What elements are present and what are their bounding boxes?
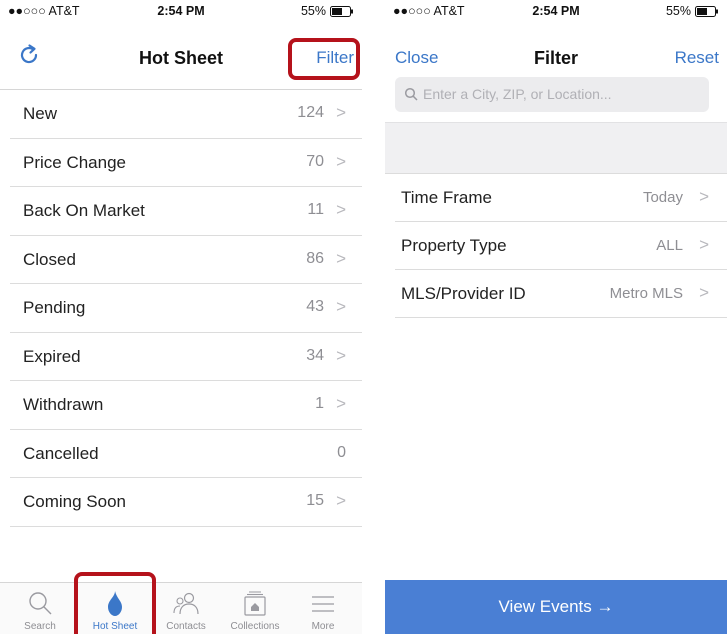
battery-indicator: 55%: [666, 4, 719, 18]
search-icon: [29, 592, 52, 615]
list-item-label: Expired: [23, 346, 81, 366]
list-item[interactable]: Price Change 70 >: [10, 139, 362, 187]
search-icon: [404, 87, 418, 101]
filter-label: Time Frame: [401, 188, 492, 207]
search-area: Enter a City, ZIP, or Location...: [385, 68, 727, 122]
list-item-count: 70: [306, 152, 324, 170]
status-bar: ●●○○○ AT&T 2:54 PM 55%: [0, 0, 362, 22]
tab-label: Collections: [230, 621, 280, 632]
chevron-right-icon: >: [699, 187, 709, 206]
list-item: Cancelled 0: [10, 430, 362, 478]
tab-label: Search: [24, 621, 56, 632]
chevron-right-icon: >: [699, 283, 709, 302]
hot-sheet-list: New 124 > Price Change 70 > Back On Mark…: [0, 90, 362, 527]
list-item-label: Back On Market: [23, 201, 145, 220]
tab-bar: Search Hot Sheet Contacts Collections Mo…: [0, 572, 362, 634]
chevron-right-icon: >: [336, 248, 346, 268]
collections-icon: [244, 591, 266, 616]
filter-row-time-frame[interactable]: Time Frame Today >: [395, 174, 727, 222]
tab-label: Contacts: [166, 621, 206, 632]
list-item-label: Coming Soon: [23, 492, 127, 511]
view-events-button[interactable]: View Events →: [385, 580, 727, 634]
hot-sheet-highlight-box: [74, 572, 156, 634]
status-bar: ●●○○○ AT&T 2:54 PM 55%: [385, 0, 727, 22]
chevron-right-icon: >: [336, 103, 346, 122]
list-item-label: Withdrawn: [23, 395, 104, 414]
list-item-count: 15: [306, 492, 324, 509]
more-icon: [312, 596, 334, 612]
battery-icon: [695, 5, 718, 17]
filter-label: Property Type: [401, 236, 507, 255]
list-item-count: 34: [306, 346, 324, 364]
list-item-label: Pending: [23, 298, 86, 317]
filter-value: Today: [642, 189, 683, 206]
list-item[interactable]: Closed 86 >: [10, 236, 362, 284]
battery-icon: [330, 5, 353, 17]
filter-value: Metro MLS: [609, 285, 683, 302]
search-input[interactable]: Enter a City, ZIP, or Location...: [395, 77, 709, 112]
tab-collections[interactable]: Collections: [219, 583, 291, 634]
search-placeholder: Enter a City, ZIP, or Location...: [423, 86, 612, 102]
chevron-right-icon: >: [336, 151, 346, 171]
filter-screen: ●●○○○ AT&T 2:54 PM 55% Close Filter Rese…: [385, 0, 727, 634]
battery-indicator: 55%: [301, 4, 354, 18]
filter-label: MLS/Provider ID: [401, 284, 526, 303]
tab-more[interactable]: More: [287, 583, 359, 634]
list-item-label: New: [23, 104, 58, 123]
list-item-label: Closed: [23, 249, 76, 269]
list-item-label: Price Change: [23, 152, 127, 172]
list-item-count: 124: [297, 104, 324, 121]
list-item[interactable]: Pending 43 >: [10, 284, 362, 333]
list-item-label: Cancelled: [23, 443, 99, 463]
battery-percent: 55%: [665, 4, 691, 18]
list-item[interactable]: Back On Market 11 >: [10, 187, 362, 236]
section-spacer: [385, 122, 727, 174]
list-item-count: 11: [307, 201, 324, 218]
filter-highlight-box: [288, 38, 360, 80]
tab-search[interactable]: Search: [4, 583, 76, 634]
list-item-count: 1: [315, 395, 324, 412]
chevron-right-icon: >: [336, 200, 346, 219]
battery-percent: 55%: [300, 4, 326, 18]
contacts-icon: [173, 592, 199, 615]
chevron-right-icon: >: [336, 345, 346, 365]
chevron-right-icon: >: [336, 297, 346, 316]
list-item-count: 43: [306, 298, 324, 315]
reset-button[interactable]: Reset: [675, 48, 719, 68]
chevron-right-icon: >: [336, 491, 346, 510]
chevron-right-icon: >: [699, 235, 709, 254]
chevron-right-icon: >: [336, 394, 346, 413]
nav-bar: Hot Sheet Filter: [0, 22, 362, 90]
filter-row-property-type[interactable]: Property Type ALL >: [395, 222, 727, 270]
list-item[interactable]: Coming Soon 15 >: [10, 478, 362, 527]
list-item[interactable]: Expired 34 >: [10, 333, 362, 381]
filter-list: Time Frame Today > Property Type ALL > M…: [385, 174, 727, 318]
list-item[interactable]: Withdrawn 1 >: [10, 381, 362, 430]
list-item-count: 86: [306, 249, 324, 267]
hot-sheet-screen: ●●○○○ AT&T 2:54 PM 55% Hot Sheet Filter …: [0, 0, 362, 634]
filter-value: ALL: [656, 237, 683, 254]
tab-label: More: [311, 621, 335, 632]
tab-contacts[interactable]: Contacts: [150, 583, 222, 634]
list-item[interactable]: New 124 >: [10, 90, 362, 139]
filter-row-mls-provider[interactable]: MLS/Provider ID Metro MLS >: [395, 270, 727, 318]
list-item-count: 0: [337, 443, 346, 461]
